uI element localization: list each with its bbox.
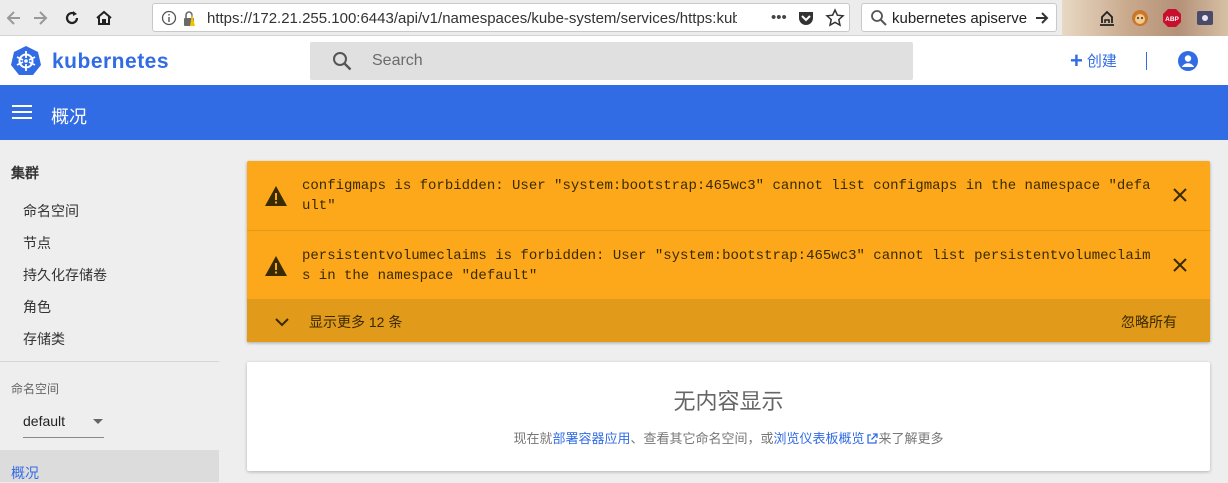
- search-icon: [870, 9, 888, 32]
- forward-icon[interactable]: [28, 6, 52, 30]
- close-icon[interactable]: [1171, 186, 1189, 209]
- dismiss-all-button[interactable]: 忽略所有: [1121, 312, 1177, 332]
- go-arrow-icon[interactable]: [1034, 10, 1050, 31]
- account-icon[interactable]: [1177, 50, 1199, 77]
- empty-desc-middle: 、查看其它命名空间，或: [630, 431, 774, 446]
- bookmark-star-icon[interactable]: [825, 8, 845, 33]
- sidebar-item-persistent-volumes[interactable]: 持久化存储卷: [23, 265, 107, 285]
- address-bar[interactable]: https://172.21.255.100:6443/api/v1/names…: [152, 3, 850, 32]
- title-bar: 概况: [0, 85, 1228, 140]
- search-icon: [332, 51, 352, 76]
- dashboard-tour-link[interactable]: 浏览仪表板概览: [774, 431, 865, 446]
- empty-state-title: 无内容显示: [673, 389, 784, 414]
- header-divider: [1146, 52, 1147, 70]
- search-input[interactable]: Search: [310, 42, 913, 80]
- browser-toolbar: https://172.21.255.100:6443/api/v1/names…: [0, 0, 1228, 36]
- alert-item: persistentvolumeclaims is forbidden: Use…: [247, 230, 1210, 299]
- external-link-icon[interactable]: [866, 433, 878, 448]
- browser-search-text[interactable]: kubernetes apiserver.: [892, 10, 1028, 27]
- home-icon[interactable]: [92, 6, 116, 30]
- dropdown-caret-icon: [93, 419, 103, 424]
- sidebar-item-nodes[interactable]: 节点: [23, 233, 51, 253]
- alert-footer: 显示更多 12 条 忽略所有: [247, 299, 1210, 342]
- warning-icon: [264, 185, 288, 212]
- alert-item: configmaps is forbidden: User "system:bo…: [247, 161, 1210, 230]
- show-more-button[interactable]: 显示更多 12 条: [309, 312, 402, 332]
- tampermonkey-icon[interactable]: [1129, 7, 1151, 29]
- insecure-lock-icon[interactable]: [181, 10, 199, 33]
- deploy-app-link[interactable]: 部署容器应用: [552, 431, 630, 446]
- app-header: kubernetes Search + 创建: [0, 36, 1228, 85]
- sidebar-item-overview[interactable]: 概况: [0, 450, 219, 482]
- alert-panel: configmaps is forbidden: User "system:bo…: [247, 161, 1210, 342]
- url-text[interactable]: https://172.21.255.100:6443/api/v1/names…: [207, 10, 737, 27]
- plus-icon: +: [1070, 47, 1083, 73]
- chevron-down-icon[interactable]: [275, 314, 289, 332]
- namespace-selected-value: default: [23, 413, 66, 429]
- alert-message: persistentvolumeclaims is forbidden: Use…: [302, 248, 1151, 284]
- reload-icon[interactable]: [60, 6, 84, 30]
- sidebar-item-overview-label: 概况: [11, 465, 39, 481]
- alert-message: configmaps is forbidden: User "system:bo…: [302, 178, 1151, 214]
- close-icon[interactable]: [1171, 256, 1189, 279]
- page-title: 概况: [51, 107, 87, 127]
- sidebar-item-storage-classes[interactable]: 存储类: [23, 329, 65, 349]
- pocket-icon[interactable]: [797, 9, 815, 32]
- create-label: 创建: [1086, 53, 1117, 70]
- sidebar-item-roles[interactable]: 角色: [23, 297, 51, 317]
- menu-icon[interactable]: [12, 105, 32, 124]
- library-icon[interactable]: [1096, 7, 1118, 29]
- namespace-label: 命名空间: [11, 382, 60, 396]
- sidebar: 集群 命名空间 节点 持久化存储卷 角色 存储类 命名空间 default 概况: [0, 140, 219, 482]
- abp-icon[interactable]: ABP: [1161, 7, 1183, 29]
- browser-theme-area: ABP: [1062, 0, 1228, 36]
- empty-desc-prefix: 现在就: [513, 431, 553, 446]
- page-actions-icon[interactable]: •••: [771, 9, 787, 26]
- warning-icon: [264, 255, 288, 282]
- svg-text:ABP: ABP: [1165, 16, 1179, 23]
- brand-name[interactable]: kubernetes: [52, 50, 169, 74]
- sidebar-heading-cluster[interactable]: 集群: [11, 163, 39, 183]
- empty-desc-suffix: 来了解更多: [878, 431, 944, 446]
- sidebar-item-namespaces[interactable]: 命名空间: [23, 201, 79, 221]
- create-button[interactable]: + 创建: [1070, 47, 1117, 73]
- empty-state-card: 无内容显示 现在就部署容器应用、查看其它命名空间，或浏览仪表板概览 来了解更多: [247, 362, 1210, 471]
- kubernetes-logo-icon[interactable]: [10, 45, 42, 82]
- namespace-select[interactable]: default: [23, 410, 104, 438]
- extension-icon[interactable]: [1194, 7, 1216, 29]
- back-icon[interactable]: [2, 6, 26, 30]
- search-placeholder: Search: [372, 52, 423, 69]
- info-icon[interactable]: [161, 10, 177, 31]
- empty-state-description: 现在就部署容器应用、查看其它命名空间，或浏览仪表板概览 来了解更多: [247, 428, 1210, 448]
- browser-search-box[interactable]: kubernetes apiserver.: [861, 3, 1057, 32]
- sidebar-divider: [0, 361, 219, 362]
